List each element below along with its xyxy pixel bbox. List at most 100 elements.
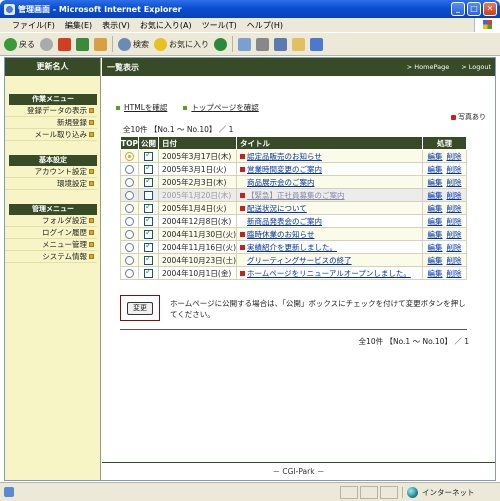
check-top-page-link[interactable]: トップページを確認 [183,102,259,113]
delete-link[interactable]: 削除 [447,243,462,252]
title-link[interactable]: 【緊急】正社員募集のご案内 [247,190,345,201]
edit-link[interactable]: 編集 [428,178,443,187]
delete-link[interactable]: 削除 [447,178,462,187]
window-title: 管理画面 - Microsoft Internet Explorer [18,4,182,14]
discuss-icon[interactable] [292,37,305,51]
title-link[interactable]: 新商品発表会のご案内 [247,216,322,227]
public-checkbox[interactable] [144,215,153,226]
sidebar-item-new[interactable]: 新規登録 [5,117,97,129]
menu-tools[interactable]: ツール(T) [202,20,237,31]
menu-help[interactable]: ヘルプ(H) [247,20,283,31]
edit-link[interactable]: 編集 [428,191,443,200]
logout-link[interactable]: > Logout [461,58,491,76]
top-radio[interactable] [125,151,134,161]
top-radio[interactable] [125,164,134,174]
top-radio[interactable] [125,229,134,239]
title-link[interactable]: 臨時休業のお知らせ [247,229,314,240]
public-checkbox[interactable] [144,241,153,252]
edit-icon[interactable] [274,37,287,51]
title-link[interactable]: 認定品販売のお知らせ [247,151,322,162]
top-radio[interactable] [125,216,134,226]
sidebar-item-mail-import[interactable]: メール取り込み [5,129,97,141]
sidebar-item-environment[interactable]: 環境設定 [5,178,97,190]
title-link[interactable]: 営業時間変更のご案内 [247,164,322,175]
date-cell: 2004年11月16日(火) [157,240,238,254]
public-checkbox[interactable] [144,202,153,213]
photo-legend: 写真あり [451,112,486,122]
edit-link[interactable]: 編集 [428,243,443,252]
toolbar-separator [112,36,113,52]
title-link[interactable]: 商品展示会のご案内 [247,177,315,188]
delete-link[interactable]: 削除 [447,217,462,226]
refresh-icon[interactable] [76,37,89,51]
title-link[interactable]: ホームページをリニューアルオープンしました。 [247,268,411,279]
delete-link[interactable]: 削除 [447,152,462,161]
title-link[interactable]: グリーティングサービスの終了 [247,255,352,266]
public-checkbox[interactable] [144,228,153,239]
date-cell: 2004年11月30日(火) [157,227,238,241]
edit-link[interactable]: 編集 [428,165,443,174]
public-checkbox[interactable] [144,150,153,161]
delete-link[interactable]: 削除 [447,269,462,278]
menu-edit[interactable]: 編集(E) [65,20,92,31]
top-cell [120,266,139,280]
sidebar-item-account[interactable]: アカウント設定 [5,166,97,178]
top-radio[interactable] [125,242,134,252]
delete-link[interactable]: 削除 [447,230,462,239]
bullet-icon [89,254,94,259]
home-icon[interactable] [94,37,107,51]
sidebar-item-folder[interactable]: フォルダ設定 [5,215,97,227]
back-button[interactable]: 戻る [4,37,35,51]
homepage-link[interactable]: > HomePage [407,58,449,76]
edit-link[interactable]: 編集 [428,230,443,239]
favorites-button[interactable]: お気に入り [154,37,209,51]
top-radio[interactable] [125,177,134,187]
edit-link[interactable]: 編集 [428,152,443,161]
close-button[interactable]: ✕ [483,2,497,16]
delete-link[interactable]: 削除 [447,256,462,265]
sidebar-item-login-history[interactable]: ログイン履歴 [5,227,97,239]
page-footer: － CGI-Park － [102,462,495,480]
edit-link[interactable]: 編集 [428,217,443,226]
article-table: TOP 公開 日付 タイトル 処理 2005年3月17日(木) 認定品販売のお知ら… [120,136,467,280]
date-cell: 2005年2月3日(木) [157,175,238,189]
public-checkbox[interactable] [144,267,153,278]
back-arrow-icon [4,37,17,51]
print-icon[interactable] [256,37,269,51]
update-button[interactable]: 変更 [127,301,153,315]
edit-link[interactable]: 編集 [428,269,443,278]
edit-link[interactable]: 編集 [428,204,443,213]
messenger-icon[interactable] [310,37,323,51]
public-checkbox[interactable] [144,254,153,265]
search-button[interactable]: 検索 [118,37,149,51]
delete-link[interactable]: 削除 [447,191,462,200]
public-checkbox[interactable] [144,163,153,174]
mail-icon[interactable] [238,37,251,51]
delete-link[interactable]: 削除 [447,165,462,174]
stop-icon[interactable] [58,37,71,51]
delete-link[interactable]: 削除 [447,204,462,213]
maximize-button[interactable]: □ [467,2,481,16]
sidebar-item-system-info[interactable]: システム情報 [5,251,97,263]
history-icon[interactable] [214,37,227,51]
top-radio[interactable] [125,255,134,265]
title-link[interactable]: 配送状況について [247,203,307,214]
sidebar-item-view-data[interactable]: 登録データの表示 [5,105,97,117]
title-cell: 商品展示会のご案内 [236,175,423,189]
top-radio[interactable] [125,190,134,200]
edit-link[interactable]: 編集 [428,256,443,265]
check-html-link[interactable]: HTMLを確認 [116,102,167,113]
minimize-button[interactable]: _ [451,2,465,16]
ie-icon [4,3,15,15]
forward-arrow-icon[interactable] [40,37,53,51]
menu-view[interactable]: 表示(V) [102,20,130,31]
sidebar-item-menu-manage[interactable]: メニュー管理 [5,239,97,251]
menu-file[interactable]: ファイル(F) [12,20,55,31]
public-checkbox[interactable] [144,190,153,200]
top-radio[interactable] [125,268,134,278]
top-radio[interactable] [125,203,134,213]
public-checkbox[interactable] [144,176,153,187]
menu-favorites[interactable]: お気に入り(A) [140,20,192,31]
title-link[interactable]: 実績紹介を更新しました。 [247,242,337,253]
menu-bar: ファイル(F) 編集(E) 表示(V) お気に入り(A) ツール(T) ヘルプ(… [0,18,500,32]
